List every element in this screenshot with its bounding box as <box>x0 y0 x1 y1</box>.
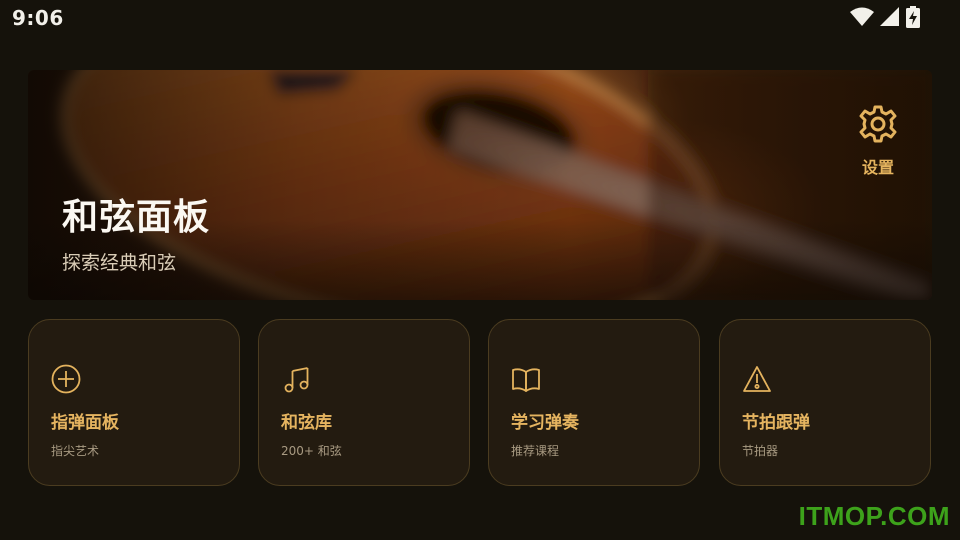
card-fingerstyle-panel[interactable]: 指弹面板 指尖艺术 <box>28 319 240 486</box>
feature-cards: 指弹面板 指尖艺术 和弦库 200+ 和弦 学习弹奏 推荐课程 节拍跟弹 节拍器 <box>28 319 932 486</box>
card-title: 指弹面板 <box>51 413 119 433</box>
battery-charging-icon <box>906 6 920 28</box>
page-subtitle: 探索经典和弦 <box>62 252 177 274</box>
circle-plus-icon <box>51 364 81 394</box>
card-title: 和弦库 <box>281 413 332 433</box>
settings-label: 设置 <box>861 158 894 177</box>
status-icons <box>850 6 920 28</box>
card-subtitle: 指尖艺术 <box>51 444 100 458</box>
signal-icon <box>880 7 900 27</box>
music-note-icon <box>281 364 311 394</box>
card-subtitle: 推荐课程 <box>511 444 560 458</box>
card-title: 节拍跟弹 <box>742 413 810 433</box>
page-title: 和弦面板 <box>62 197 211 238</box>
card-beat-play-along[interactable]: 节拍跟弹 节拍器 <box>719 319 931 486</box>
status-bar: 9:06 <box>0 0 960 36</box>
open-book-icon <box>511 364 541 394</box>
card-chord-library[interactable]: 和弦库 200+ 和弦 <box>258 319 470 486</box>
gear-icon <box>858 104 898 148</box>
card-subtitle: 200+ 和弦 <box>281 444 342 458</box>
metronome-icon <box>742 364 772 394</box>
status-time: 9:06 <box>12 6 64 30</box>
settings-button[interactable]: 设置 <box>846 104 910 184</box>
card-learn-to-play[interactable]: 学习弹奏 推荐课程 <box>488 319 700 486</box>
card-title: 学习弹奏 <box>511 413 579 433</box>
card-subtitle: 节拍器 <box>742 444 779 458</box>
watermark: ITMOP.COM <box>798 501 950 531</box>
wifi-icon <box>850 7 874 27</box>
hero-banner: 和弦面板 探索经典和弦 设置 <box>28 70 932 300</box>
